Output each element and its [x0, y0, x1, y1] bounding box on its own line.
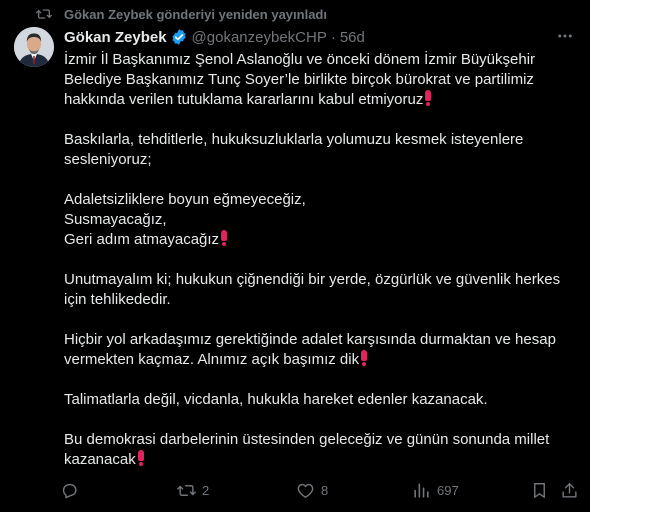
tweet-line-text: Unutmayalım ki; hukukun çiğnendiği bir y…	[64, 271, 561, 288]
like-button[interactable]: 8	[296, 478, 328, 502]
bookmark-button[interactable]	[530, 478, 549, 502]
tweet-line: Susmayacağız,	[64, 210, 574, 230]
tweet-line: hakkında verilen tutuklama kararlarını k…	[64, 90, 574, 110]
tweet-paragraph: Hiçbir yol arkadaşımız gerektiğinde adal…	[64, 330, 574, 370]
tweet-line-text: Baskılarla, tehditlerle, hukuksuzluklarl…	[64, 131, 524, 148]
repost-indicator-text[interactable]: Gökan Zeybek gönderiyi yeniden yayınladı	[64, 7, 327, 22]
verified-badge-icon[interactable]	[170, 28, 188, 46]
tweet-line-text: Hiçbir yol arkadaşımız gerektiğinde adal…	[64, 331, 556, 348]
avatar[interactable]	[14, 27, 54, 67]
tweet-line: Geri adım atmayacağız	[64, 230, 574, 250]
tweet-line: Belediye Başkanımız Tunç Soyer’le birlik…	[64, 70, 574, 90]
views-count: 697	[437, 482, 459, 498]
tweet-line: Talimatlarla değil, vicdanla, hukukla ha…	[64, 390, 574, 410]
tweet-line-text: Belediye Başkanımız Tunç Soyer’le birlik…	[64, 71, 534, 88]
tweet-paragraph: İzmir İl Başkanımız Şenol Aslanoğlu ve ö…	[64, 50, 574, 110]
tweet-paragraph: Adaletsizliklere boyun eğmeyeceğiz, Susma…	[64, 190, 574, 250]
tweet-header: Gökan Zeybek @gokanzeybekCHP · 56d	[64, 27, 578, 47]
repost-indicator: Gökan Zeybek gönderiyi yeniden yayınladı	[36, 6, 327, 22]
tweet-line: Bu demokrasi darbelerinin üstesinden gel…	[64, 430, 574, 450]
bookmark-icon	[534, 482, 545, 498]
reply-icon	[62, 483, 77, 498]
tweet-line: Baskılarla, tehditlerle, hukuksuzluklarl…	[64, 130, 574, 150]
tweet-line: için tehlikededir.	[64, 290, 574, 310]
tweet-paragraph: Unutmayalım ki; hukukun çiğnendiği bir y…	[64, 270, 574, 310]
exclamation-emoji-icon	[361, 350, 368, 366]
exclamation-emoji-icon	[221, 230, 228, 246]
repost-icon	[177, 484, 196, 496]
tweet-line: kazanacak	[64, 450, 574, 470]
tweet-paragraph: Bu demokrasi darbelerinin üstesinden gel…	[64, 430, 574, 470]
repost-button[interactable]: 2	[177, 478, 209, 502]
tweet-card[interactable]: Gökan Zeybek gönderiyi yeniden yayınladı…	[0, 0, 590, 512]
tweet-line: sesleniyoruz;	[64, 150, 574, 170]
tweet-line: Hiçbir yol arkadaşımız gerektiğinde adal…	[64, 330, 574, 350]
tweet-paragraph: Talimatlarla değil, vicdanla, hukukla ha…	[64, 390, 574, 410]
tweet-line-text: Geri adım atmayacağız	[64, 231, 220, 248]
repost-icon	[36, 9, 52, 19]
tweet-timestamp[interactable]: 56d	[340, 29, 365, 46]
tweet-line: vermekten kaçmaz. Alnımız açık başımız d…	[64, 350, 574, 370]
tweet-line-text: Adaletsizliklere boyun eğmeyeceğiz,	[64, 191, 306, 208]
tweet-line-text: kazanacak	[64, 451, 136, 468]
heart-icon	[297, 483, 314, 498]
like-count: 8	[321, 482, 329, 498]
tweet-line-text: vermekten kaçmaz. Alnımız açık başımız d…	[64, 351, 360, 368]
reply-button[interactable]	[60, 478, 85, 502]
tweet-line-text: İzmir İl Başkanımız Şenol Aslanoğlu ve ö…	[64, 51, 536, 68]
exclamation-emoji-icon	[425, 90, 432, 106]
author-name[interactable]: Gökan Zeybek	[64, 29, 167, 46]
tweet-line-text: Susmayacağız,	[64, 211, 167, 228]
tweet-paragraph: Baskılarla, tehditlerle, hukuksuzluklarl…	[64, 130, 574, 170]
tweet-line-text: sesleniyoruz;	[64, 151, 152, 168]
views-icon	[414, 482, 429, 498]
tweet-line: İzmir İl Başkanımız Şenol Aslanoğlu ve ö…	[64, 50, 574, 70]
more-options-icon[interactable]	[556, 27, 574, 45]
tweet-line: Unutmayalım ki; hukukun çiğnendiği bir y…	[64, 270, 574, 290]
header-separator: ·	[330, 28, 336, 46]
tweet-line-text: için tehlikededir.	[64, 291, 171, 308]
tweet-line: Adaletsizliklere boyun eğmeyeceğiz,	[64, 190, 574, 210]
tweet-line-text: hakkında verilen tutuklama kararlarını k…	[64, 91, 424, 108]
share-icon	[562, 482, 577, 498]
views-button[interactable]: 697	[412, 478, 459, 502]
exclamation-emoji-icon	[137, 450, 144, 466]
author-handle[interactable]: @gokanzeybekCHP	[192, 29, 327, 46]
tweet-text: İzmir İl Başkanımız Şenol Aslanoğlu ve ö…	[64, 50, 574, 490]
repost-count: 2	[202, 482, 210, 498]
action-bar: 2 8 697	[60, 478, 584, 502]
share-button[interactable]	[560, 478, 579, 502]
tweet-line-text: Talimatlarla değil, vicdanla, hukukla ha…	[64, 391, 488, 408]
tweet-line-text: Bu demokrasi darbelerinin üstesinden gel…	[64, 431, 550, 448]
